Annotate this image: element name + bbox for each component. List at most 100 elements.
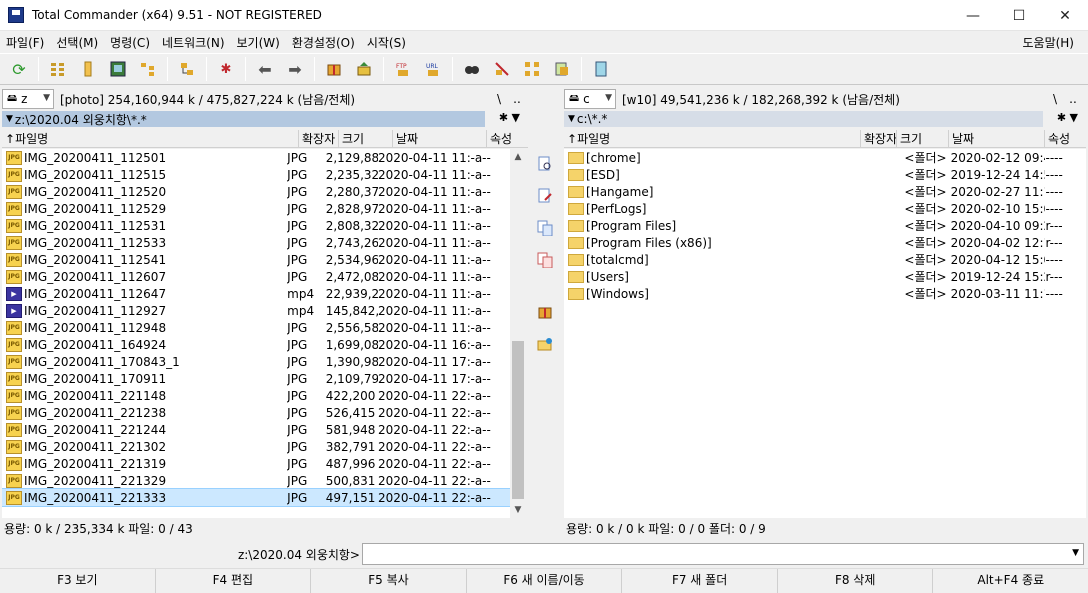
menu-network[interactable]: 네트워크(N) [156, 34, 231, 51]
drive-icon: 🖴 [569, 92, 580, 104]
scroll-thumb[interactable] [512, 341, 524, 499]
edit-file-icon[interactable] [536, 188, 554, 206]
copy-file-icon[interactable] [536, 220, 554, 238]
brief-view-icon[interactable] [47, 58, 69, 80]
right-col-name[interactable]: ↑파일명 [564, 130, 861, 147]
minimize-button[interactable]: — [950, 0, 996, 31]
file-row[interactable]: JPGIMG_20200411_112533JPG2,743,2642020-0… [2, 234, 510, 251]
view-file-icon[interactable] [536, 156, 554, 174]
file-row[interactable]: ▶IMG_20200411_112647 mp4 22,939,2082020-04… [2, 285, 510, 302]
file-row[interactable]: JPG IMG_20200411_221148 JPG 422,200 2020-04-… [2, 387, 510, 404]
right-drive-select[interactable]: 🖴 c ▼ [564, 89, 616, 109]
right-up-button[interactable]: .. [1062, 92, 1084, 106]
file-row[interactable]: JPG IMG_20200411_221302 JPG 382,791 2020-04-… [2, 438, 510, 455]
file-row[interactable]: JPGIMG_20200411_170843_1JPG1,390,9872020… [2, 353, 510, 370]
file-row[interactable]: JPG IMG_20200411_221329 JPG 500,831 2020-04-… [2, 472, 510, 489]
right-path-bar[interactable]: ▼ c:\*.* [564, 111, 1043, 127]
file-row[interactable]: JPG IMG_20200411_221333 JPG 497,151 2020-04-… [2, 488, 510, 507]
command-line-input[interactable]: ▼ [362, 543, 1084, 565]
left-col-attr[interactable]: 속성 [487, 130, 528, 147]
chevron-down-icon[interactable]: ▼ [1072, 548, 1079, 558]
file-row[interactable]: JPGIMG_20200411_112501JPG2,129,8802020-0… [2, 149, 510, 166]
copy-names-icon[interactable] [551, 58, 573, 80]
scroll-up-icon[interactable]: ▲ [510, 149, 526, 165]
left-scrollbar[interactable]: ▲ ▼ [510, 149, 526, 518]
menu-help[interactable]: 도움말(H) [1016, 34, 1080, 51]
f7-new-folder-button[interactable]: F7 새 폴더 [622, 569, 778, 593]
branch-view-icon[interactable] [176, 58, 198, 80]
move-file-icon[interactable] [536, 252, 554, 270]
file-row[interactable]: JPGIMG_20200411_112607JPG2,472,0852020-0… [2, 268, 510, 285]
new-folder-icon[interactable] [536, 336, 554, 354]
menu-configuration[interactable]: 환경설정(O) [286, 34, 361, 51]
file-row[interactable]: [chrome] <폴더>2020-02-12 09:42---- [564, 149, 1086, 166]
f3-view-button[interactable]: F3 보기 [0, 569, 156, 593]
menu-commands[interactable]: 명령(C) [104, 34, 156, 51]
right-col-date[interactable]: 날짜 [949, 130, 1045, 147]
ftp-connect-icon[interactable]: FTP [392, 58, 414, 80]
menu-file[interactable]: 파일(F) [0, 34, 50, 51]
right-file-list[interactable]: [chrome]<폴더>2020-02-12 09:42----[ESD]<폴더… [564, 149, 1086, 518]
file-row[interactable]: ▶IMG_20200411_112927 mp4 145,842,8282020-0… [2, 302, 510, 319]
f6-rename-move-button[interactable]: F6 새 이름/이동 [467, 569, 623, 593]
file-row[interactable]: [PerfLogs] <폴더>2020-02-10 15:03---- [564, 200, 1086, 217]
find-files-icon[interactable] [461, 58, 483, 80]
file-row[interactable]: JPGIMG_20200411_112520JPG2,280,3742020-0… [2, 183, 510, 200]
file-row[interactable]: JPGIMG_20200411_112531JPG2,808,3262020-0… [2, 217, 510, 234]
left-col-date[interactable]: 날짜 [393, 130, 487, 147]
file-row[interactable]: JPGIMG_20200411_112529JPG2,828,9772020-0… [2, 200, 510, 217]
menu-view[interactable]: 보기(W) [231, 34, 286, 51]
invert-selection-icon[interactable]: ✱ [215, 58, 237, 80]
right-col-ext[interactable]: 확장자 [861, 130, 897, 147]
multi-rename-icon[interactable] [491, 58, 513, 80]
left-col-ext[interactable]: 확장자 [299, 130, 339, 147]
file-row[interactable]: [totalcmd] <폴더>2020-04-12 15:09---- [564, 251, 1086, 268]
close-button[interactable]: ✕ [1042, 0, 1088, 31]
file-row[interactable]: [Hangame] <폴더>2020-02-27 11:16---- [564, 183, 1086, 200]
left-col-name[interactable]: ↑파일명 [2, 130, 299, 147]
maximize-button[interactable]: ☐ [996, 0, 1042, 31]
file-row[interactable]: [ESD] <폴더>2019-12-24 14:53---- [564, 166, 1086, 183]
back-arrow-icon[interactable]: ⬅ [254, 58, 276, 80]
left-file-list[interactable]: JPGIMG_20200411_112501JPG2,129,8802020-0… [2, 149, 510, 518]
panel-splitter[interactable] [559, 86, 563, 540]
file-row[interactable]: [Program Files (x86)] <폴더>2020-04-02 12:1… [564, 234, 1086, 251]
menu-select[interactable]: 선택(M) [50, 34, 104, 51]
file-row[interactable]: JPGIMG_20200411_112515JPG2,235,3222020-0… [2, 166, 510, 183]
f8-delete-button[interactable]: F8 삭제 [778, 569, 934, 593]
alt-f4-exit-button[interactable]: Alt+F4 종료 [933, 569, 1088, 593]
tree-view-icon[interactable] [137, 58, 159, 80]
left-up-button[interactable]: .. [506, 92, 528, 106]
pack-files-icon[interactable] [323, 58, 345, 80]
menu-start[interactable]: 시작(S) [361, 34, 412, 51]
refresh-icon[interactable]: ⟳ [8, 58, 30, 80]
file-row[interactable]: JPG IMG_20200411_221238 JPG 526,415 2020-04-… [2, 404, 510, 421]
full-view-icon[interactable] [77, 58, 99, 80]
pack-icon[interactable] [536, 304, 554, 322]
file-row[interactable]: JPGIMG_20200411_112948JPG2,556,5872020-0… [2, 319, 510, 336]
scroll-down-icon[interactable]: ▼ [510, 502, 526, 518]
file-row[interactable]: [Program Files] <폴더>2020-04-10 09:25r--- [564, 217, 1086, 234]
file-row[interactable]: JPGIMG_20200411_170911JPG2,109,7902020-0… [2, 370, 510, 387]
file-row[interactable]: [Users] <폴더>2019-12-24 15:21r--- [564, 268, 1086, 285]
file-row[interactable]: [Windows] <폴더>2020-03-11 11:13---- [564, 285, 1086, 302]
left-drive-select[interactable]: 🖴 z ▼ [2, 89, 54, 109]
forward-arrow-icon[interactable]: ➡ [284, 58, 306, 80]
file-row[interactable]: JPG IMG_20200411_221244 JPG 581,948 2020-04-… [2, 421, 510, 438]
url-connect-icon[interactable]: URL [422, 58, 444, 80]
thumbnail-view-icon[interactable] [107, 58, 129, 80]
sync-dirs-icon[interactable] [521, 58, 543, 80]
left-history-button[interactable]: ✱ ▼ [488, 111, 528, 127]
left-path-bar[interactable]: ▼ z:\2020.04 외웅치항\*.* [2, 111, 485, 127]
f4-edit-button[interactable]: F4 편집 [156, 569, 312, 593]
right-history-button[interactable]: ✱ ▼ [1044, 111, 1086, 127]
right-col-size[interactable]: 크기 [897, 130, 949, 147]
file-row[interactable]: JPGIMG_20200411_112541JPG2,534,9652020-0… [2, 251, 510, 268]
f5-copy-button[interactable]: F5 복사 [311, 569, 467, 593]
file-row[interactable]: JPGIMG_20200411_164924JPG1,699,0822020-0… [2, 336, 510, 353]
unpack-files-icon[interactable] [353, 58, 375, 80]
file-row[interactable]: JPG IMG_20200411_221319 JPG 487,996 2020-04-… [2, 455, 510, 472]
left-col-size[interactable]: 크기 [339, 130, 393, 147]
notepad-icon[interactable] [590, 58, 612, 80]
right-col-attr[interactable]: 속성 [1045, 130, 1086, 147]
